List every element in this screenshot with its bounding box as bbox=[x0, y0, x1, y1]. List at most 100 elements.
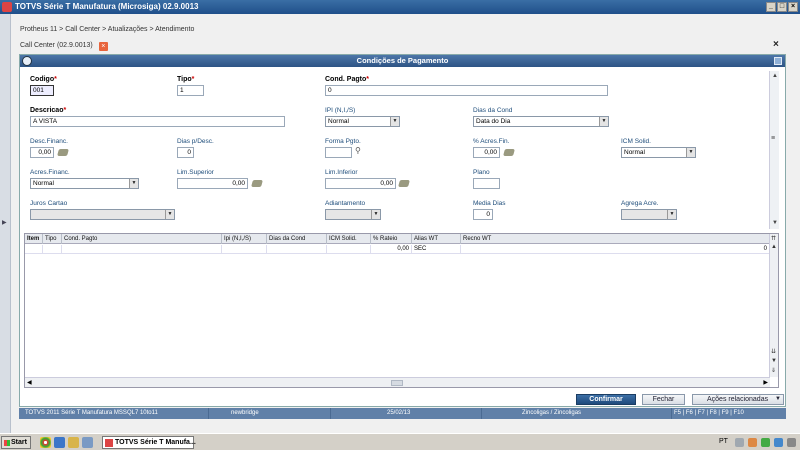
tab-call-center[interactable]: Call Center (02.9.0013) × bbox=[20, 42, 108, 53]
dialog-header: Condições de Pagamento bbox=[20, 55, 785, 67]
volume-icon[interactable] bbox=[787, 438, 796, 447]
chevron-down-icon[interactable]: ▼ bbox=[686, 148, 695, 157]
tray-icon[interactable] bbox=[735, 438, 744, 447]
chevron-down-icon[interactable]: ▼ bbox=[667, 210, 676, 219]
col-item[interactable]: Item bbox=[25, 234, 43, 244]
grid-vertical-scrollbar[interactable]: ⇈ ▲ ⇊ ▼ ⇓ bbox=[769, 234, 778, 377]
descricao-label: Descricao bbox=[30, 107, 64, 114]
breadcrumb: Protheus 11 > Call Center > Atualizações… bbox=[20, 26, 195, 33]
scroll-up-icon[interactable]: ▲ bbox=[772, 73, 778, 79]
maximize-button[interactable]: □ bbox=[777, 2, 787, 12]
scroll-thumb-icon[interactable]: ≡ bbox=[771, 135, 775, 142]
col-cond-pagto[interactable]: Cond. Pagto bbox=[62, 234, 222, 244]
acoes-relacionadas-button[interactable]: Ações relacionadas ▼ bbox=[692, 394, 784, 405]
dias-desc-input[interactable]: 0 bbox=[177, 147, 194, 158]
form-area: Codigo* 001 Tipo* 1 Cond. Pagto* 0 Descr… bbox=[24, 71, 769, 229]
scroll-down-icon[interactable]: ▼ bbox=[771, 358, 777, 364]
plano-input[interactable] bbox=[473, 178, 500, 189]
lim-superior-input[interactable]: 0,00 bbox=[177, 178, 248, 189]
chevron-down-icon[interactable]: ▼ bbox=[129, 179, 138, 188]
col-rateio[interactable]: % Rateio bbox=[371, 234, 412, 244]
dias-desc-label: Dias p/Desc. bbox=[177, 138, 214, 145]
left-side-panel[interactable]: ▶ bbox=[0, 14, 11, 433]
col-dias-cond[interactable]: Dias da Cond bbox=[267, 234, 327, 244]
cell-icm-solid bbox=[327, 245, 371, 254]
fechar-button[interactable]: Fechar bbox=[642, 394, 685, 405]
acres-fin-label: % Acres.Fin. bbox=[473, 138, 510, 145]
form-vertical-scrollbar[interactable]: ▲ ≡ ▼ bbox=[769, 71, 779, 229]
tray-icon[interactable] bbox=[748, 438, 757, 447]
col-ipi[interactable]: Ipi (N,I,/S) bbox=[222, 234, 267, 244]
status-user: newbridge bbox=[231, 408, 331, 419]
col-alias-wt[interactable]: Alias WT bbox=[412, 234, 461, 244]
tab-close-icon[interactable]: × bbox=[98, 42, 108, 51]
tipo-label: Tipo bbox=[177, 76, 192, 83]
acres-fin-input[interactable]: 0,00 bbox=[473, 147, 500, 158]
chevron-down-icon[interactable]: ▼ bbox=[165, 210, 174, 219]
acres-financ-select[interactable]: Normal ▼ bbox=[30, 178, 139, 189]
chevron-down-icon[interactable]: ▼ bbox=[390, 117, 399, 126]
chevron-down-icon[interactable]: ▼ bbox=[371, 210, 380, 219]
cell-ipi bbox=[222, 245, 267, 254]
scroll-page-down-icon[interactable]: ⇊ bbox=[771, 348, 776, 355]
chrome-icon[interactable] bbox=[40, 437, 51, 448]
agrega-acre-select[interactable]: ▼ bbox=[621, 209, 677, 220]
scroll-down-icon[interactable]: ▼ bbox=[772, 220, 778, 226]
ipi-select[interactable]: Normal ▼ bbox=[325, 116, 400, 127]
search-icon[interactable]: ⚲ bbox=[355, 146, 361, 155]
juros-cartao-select[interactable]: ▼ bbox=[30, 209, 175, 220]
app-icon bbox=[105, 439, 113, 447]
codigo-input[interactable]: 001 bbox=[30, 85, 54, 96]
close-window-button[interactable]: × bbox=[788, 2, 798, 12]
cond-pagto-input[interactable]: 0 bbox=[325, 85, 608, 96]
language-indicator[interactable]: PT bbox=[719, 438, 728, 445]
scroll-top-icon[interactable]: ⇈ bbox=[771, 235, 776, 242]
taskbar-totvs-window[interactable]: TOTVS Série T Manufa... bbox=[102, 436, 196, 449]
ie-icon[interactable] bbox=[54, 437, 65, 448]
forma-pgto-input[interactable] bbox=[325, 147, 352, 158]
icm-solid-value: Normal bbox=[624, 149, 645, 156]
acres-financ-label: Acres.Financ. bbox=[30, 169, 70, 176]
calculator-icon[interactable] bbox=[398, 180, 410, 187]
codigo-label: Codigo bbox=[30, 76, 55, 83]
status-company: Zincoligas / Zincoligas bbox=[522, 408, 672, 419]
tipo-input[interactable]: 1 bbox=[177, 85, 204, 96]
desktop-icon[interactable] bbox=[82, 437, 93, 448]
descricao-input[interactable]: A VISTA bbox=[30, 116, 285, 127]
col-tipo[interactable]: Tipo bbox=[43, 234, 62, 244]
grid-horizontal-scrollbar[interactable]: ◀ ▶ bbox=[25, 377, 770, 387]
main-close-icon[interactable]: × bbox=[773, 39, 779, 50]
start-button[interactable]: Start bbox=[1, 436, 31, 449]
calculator-icon[interactable] bbox=[251, 180, 263, 187]
payment-conditions-dialog: Condições de Pagamento Codigo* 001 Tipo*… bbox=[19, 54, 786, 407]
desc-financ-input[interactable]: 0,00 bbox=[30, 147, 54, 158]
taskbar-task-label: TOTVS Série T Manufa... bbox=[115, 439, 196, 446]
col-recno-wt[interactable]: Recno WT bbox=[461, 234, 770, 244]
col-icm-solid[interactable]: ICM Solid. bbox=[327, 234, 371, 244]
tray-icon[interactable] bbox=[774, 438, 783, 447]
dias-cond-select[interactable]: Data do Dia ▼ bbox=[473, 116, 609, 127]
calculator-icon[interactable] bbox=[57, 149, 69, 156]
minimize-button[interactable]: _ bbox=[766, 2, 776, 12]
scroll-thumb[interactable] bbox=[391, 380, 403, 386]
tray-icon[interactable] bbox=[761, 438, 770, 447]
scroll-bottom-icon[interactable]: ⇓ bbox=[771, 367, 776, 374]
start-label: Start bbox=[11, 439, 27, 446]
scroll-right-icon[interactable]: ▶ bbox=[763, 379, 768, 386]
scroll-up-icon[interactable]: ▲ bbox=[771, 244, 777, 250]
scroll-left-icon[interactable]: ◀ bbox=[27, 379, 32, 386]
icm-solid-select[interactable]: Normal ▼ bbox=[621, 147, 696, 158]
lim-inferior-input[interactable]: 0,00 bbox=[325, 178, 396, 189]
dialog-close-icon[interactable] bbox=[774, 57, 782, 65]
confirmar-button[interactable]: Confirmar bbox=[576, 394, 636, 405]
adiantamento-select[interactable]: ▼ bbox=[325, 209, 381, 220]
table-row[interactable]: 0,00 SEC 0 bbox=[25, 245, 770, 254]
required-mark: * bbox=[366, 76, 369, 83]
windows-logo-icon bbox=[4, 440, 10, 446]
calculator-icon[interactable] bbox=[503, 149, 515, 156]
codigo-field: Codigo* bbox=[30, 76, 57, 83]
chevron-down-icon[interactable]: ▼ bbox=[599, 117, 608, 126]
explorer-icon[interactable] bbox=[68, 437, 79, 448]
expand-arrow-icon[interactable]: ▶ bbox=[2, 219, 7, 226]
media-dias-input[interactable]: 0 bbox=[473, 209, 493, 220]
